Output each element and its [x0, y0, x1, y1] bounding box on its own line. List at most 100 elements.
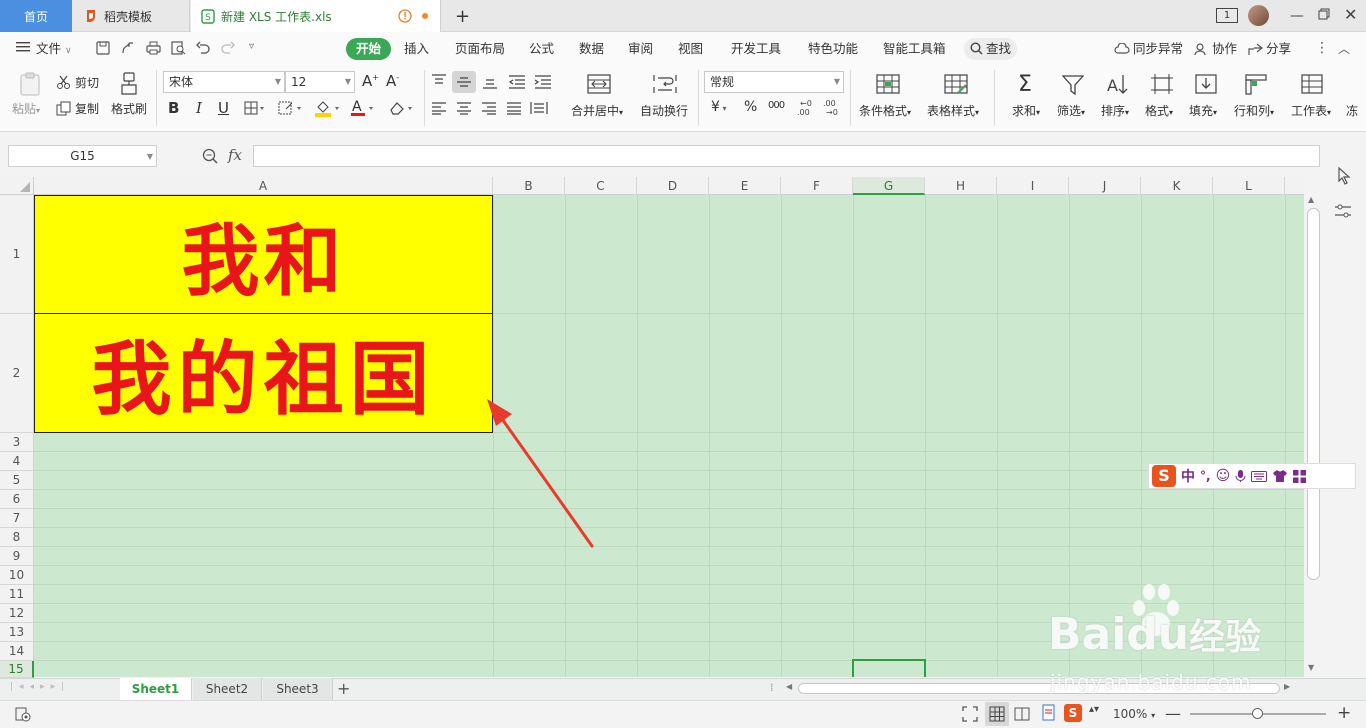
row-header-3[interactable]: 3 — [0, 433, 34, 452]
cell-a2[interactable]: 我的祖国 — [34, 313, 493, 433]
currency-button[interactable]: ¥ ▾ — [711, 99, 726, 115]
print-icon[interactable] — [146, 41, 161, 55]
print-preview-icon[interactable] — [171, 41, 186, 55]
column-header-m[interactable] — [1285, 177, 1304, 195]
sync-status-button[interactable]: 同步异常 — [1114, 32, 1183, 66]
row-header-13[interactable]: 13 — [0, 623, 34, 642]
ime-punctuation-label[interactable]: °, — [1200, 469, 1211, 483]
column-header-g[interactable]: G — [853, 177, 925, 195]
row-header-6[interactable]: 6 — [0, 490, 34, 509]
search-button[interactable]: 查找 — [964, 38, 1018, 60]
scroll-left-icon[interactable]: ◀ — [786, 682, 792, 691]
menu-special[interactable]: 特色功能 — [808, 32, 858, 66]
font-color-icon[interactable]: A — [350, 98, 378, 117]
wrap-text-button[interactable]: 自动换行 — [638, 72, 692, 120]
fill-color-icon[interactable] — [314, 99, 342, 117]
column-header-b[interactable]: B — [493, 177, 565, 195]
share-button[interactable]: 分享 — [1248, 32, 1291, 66]
restore-icon[interactable] — [1318, 8, 1330, 20]
column-header-a[interactable]: A — [34, 177, 493, 195]
page-break-view-icon[interactable] — [1014, 706, 1030, 722]
menu-file[interactable]: 文件 ∨ — [36, 32, 72, 66]
add-sheet-icon[interactable]: + — [337, 679, 350, 698]
justify-icon[interactable] — [506, 102, 522, 115]
row-column-button[interactable]: 行和列▾ — [1232, 72, 1282, 120]
row-header-11[interactable]: 11 — [0, 585, 34, 604]
row-header-4[interactable]: 4 — [0, 452, 34, 471]
redo-icon[interactable] — [221, 41, 235, 55]
tab-home[interactable]: 首页 — [0, 0, 72, 32]
align-right-icon[interactable] — [481, 102, 497, 115]
sort-button[interactable]: A 排序▾ — [1099, 72, 1137, 120]
column-header-h[interactable]: H — [925, 177, 997, 195]
ime-toolbar[interactable]: S 中 °, ☺ — [1148, 463, 1356, 489]
menu-developer[interactable]: 开发工具 — [731, 32, 781, 66]
row-header-5[interactable]: 5 — [0, 471, 34, 490]
row-header-15[interactable]: 15 — [0, 661, 34, 678]
row-header-7[interactable]: 7 — [0, 509, 34, 528]
thousands-separator-button[interactable]: 000 — [768, 100, 785, 111]
tab-split-handle[interactable]: ⁞ — [770, 681, 774, 694]
font-size-select[interactable]: 12 ▼ — [285, 71, 355, 93]
sheet-tab-1[interactable]: Sheet1 — [120, 678, 192, 700]
align-left-icon[interactable] — [431, 102, 447, 115]
worksheet-button[interactable]: 工作表▾ — [1289, 72, 1339, 120]
ime-mode-label[interactable]: 中 — [1181, 466, 1195, 486]
underline-icon[interactable]: U — [218, 99, 229, 117]
align-top-icon[interactable] — [431, 74, 447, 88]
toolbox-grid-icon[interactable] — [1293, 469, 1307, 483]
ribbon-overflow[interactable]: 冻 — [1346, 102, 1366, 119]
column-header-c[interactable]: C — [565, 177, 637, 195]
sheet-nav-arrows-icon[interactable]: |◂◂▸▸| — [10, 682, 70, 692]
save-icon[interactable] — [96, 41, 110, 55]
cell-a1[interactable]: 我和 — [34, 195, 493, 314]
conditional-format-button[interactable]: 条件格式▾ — [858, 72, 918, 120]
menu-view[interactable]: 视图 — [678, 32, 703, 66]
column-header-k[interactable]: K — [1141, 177, 1213, 195]
zoom-level[interactable]: 100% ▾ — [1113, 707, 1155, 721]
avatar[interactable] — [1248, 5, 1269, 26]
formula-input[interactable] — [253, 145, 1320, 167]
menu-page-layout[interactable]: 页面布局 — [455, 32, 505, 66]
increase-decimal-icon[interactable]: ←0.00 — [796, 98, 816, 116]
borders-icon[interactable] — [244, 101, 266, 115]
row-header-9[interactable]: 9 — [0, 547, 34, 566]
format-button[interactable]: 格式▾ — [1143, 72, 1181, 120]
column-header-j[interactable]: J — [1069, 177, 1141, 195]
row-header-2[interactable]: 2 — [0, 314, 34, 433]
zoom-lookup-icon[interactable] — [202, 148, 218, 164]
indent-icon[interactable] — [534, 75, 552, 89]
row-header-14[interactable]: 14 — [0, 642, 34, 661]
sum-button[interactable]: Σ 求和▾ — [1010, 72, 1048, 120]
cell-style-icon[interactable] — [278, 101, 304, 115]
sogou-status-icon[interactable]: S — [1064, 704, 1082, 722]
format-painter-button[interactable]: 格式刷 — [108, 72, 150, 120]
sheet-tab-2[interactable]: Sheet2 — [193, 678, 262, 700]
macro-record-icon[interactable] — [15, 706, 31, 722]
clear-format-icon[interactable] — [388, 100, 416, 116]
export-pdf-icon[interactable] — [121, 41, 135, 55]
fill-button[interactable]: 填充▾ — [1187, 72, 1225, 120]
align-bottom-icon[interactable] — [482, 76, 498, 90]
copy-button[interactable]: 复制 — [56, 99, 99, 117]
row-header-8[interactable]: 8 — [0, 528, 34, 547]
emoji-icon[interactable]: ☺ — [1216, 468, 1231, 484]
menu-formulas[interactable]: 公式 — [529, 32, 554, 66]
merge-center-button[interactable]: 合并居中▾ — [566, 72, 632, 120]
zoom-in-icon[interactable]: + — [1337, 703, 1351, 723]
paste-button[interactable]: 粘贴▾ — [12, 72, 48, 120]
vertical-scroll-thumb[interactable] — [1307, 208, 1320, 580]
properties-sliders-icon[interactable] — [1334, 203, 1352, 219]
distributed-align-icon[interactable] — [530, 101, 548, 115]
fullscreen-icon[interactable] — [962, 706, 978, 722]
keyboard-icon[interactable] — [1251, 470, 1268, 482]
align-center-icon[interactable] — [456, 102, 472, 115]
column-header-d[interactable]: D — [637, 177, 709, 195]
row-header-10[interactable]: 10 — [0, 566, 34, 585]
font-name-select[interactable]: 宋体 ▼ — [163, 71, 285, 93]
select-all-corner[interactable] — [0, 177, 34, 195]
collapse-ribbon-icon[interactable]: ︿ — [1338, 40, 1350, 57]
microphone-icon[interactable] — [1235, 469, 1246, 483]
filter-button[interactable]: 筛选▾ — [1055, 72, 1093, 120]
zoom-slider-thumb[interactable] — [1252, 708, 1263, 719]
